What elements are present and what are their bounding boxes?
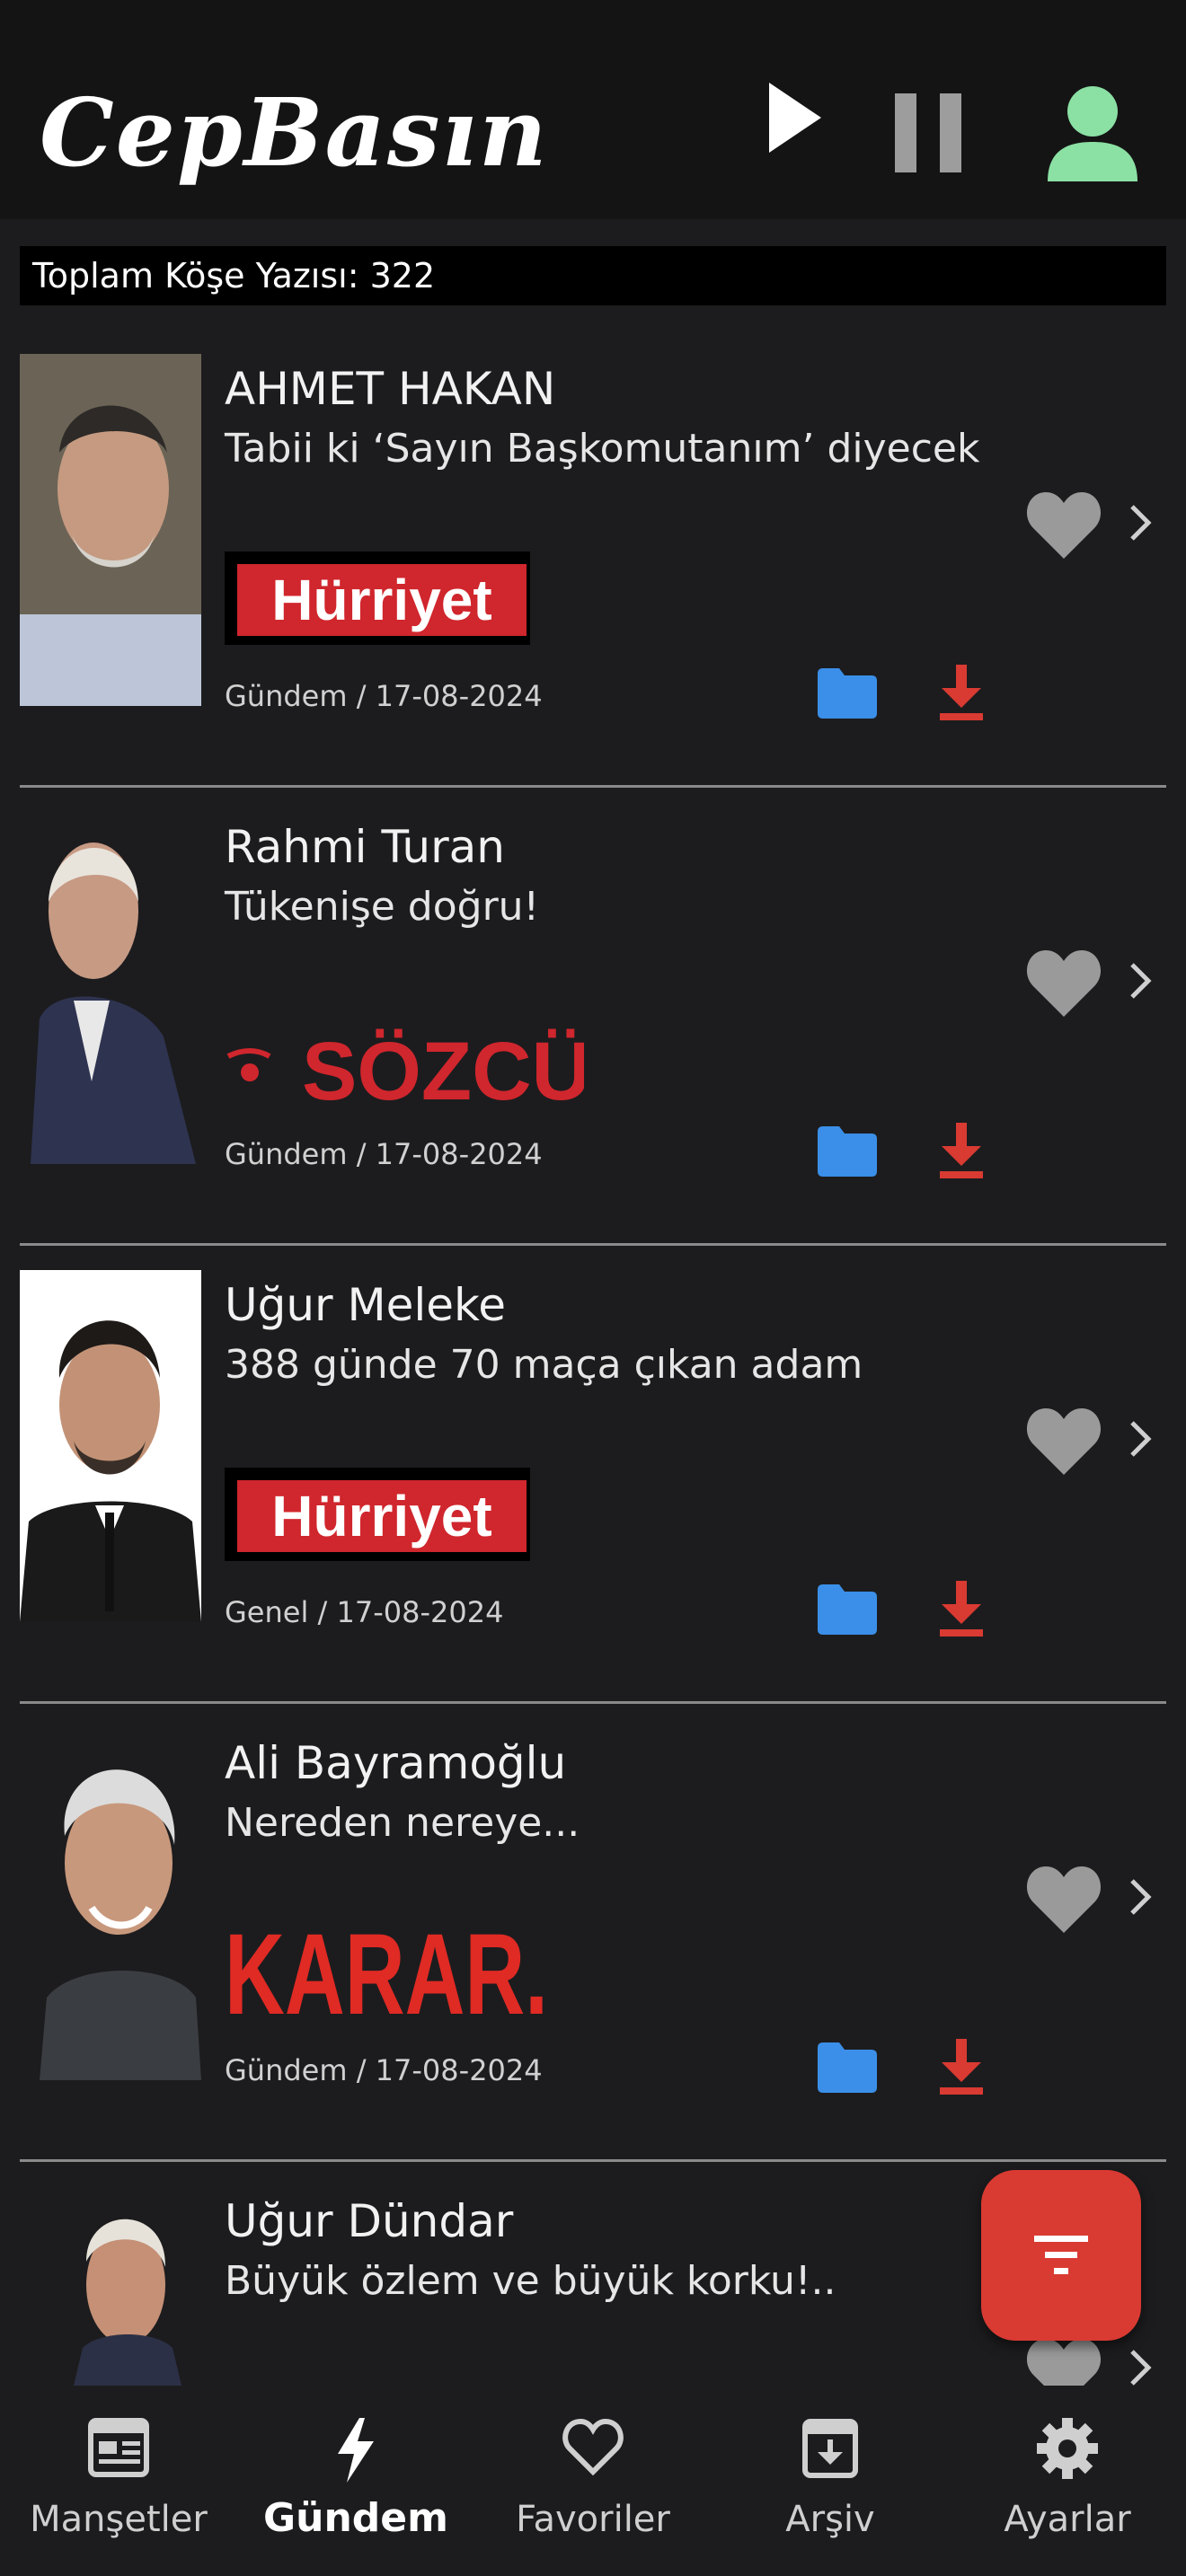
article-title: Nereden nereye... xyxy=(225,1800,580,1846)
author-name: Ali Bayramoğlu xyxy=(225,1737,567,1789)
source-logo-hurriyet: Hürriyet xyxy=(225,1468,548,1566)
article-item[interactable]: Uğur Meleke 388 günde 70 maça çıkan adam… xyxy=(0,1270,1186,1728)
play-icon xyxy=(769,83,821,153)
divider xyxy=(20,2159,1166,2162)
tab-gundem[interactable]: Gündem xyxy=(237,2386,474,2576)
source-logo-sozcu: SÖZCÜ xyxy=(225,1010,591,1117)
author-photo xyxy=(20,1728,201,2080)
divider xyxy=(20,1243,1166,1246)
article-title: 388 günde 70 maça çıkan adam xyxy=(225,1342,863,1388)
download-icon xyxy=(940,1123,983,1178)
app-header: CepBasın xyxy=(0,0,1186,219)
open-article-chevron[interactable] xyxy=(1128,1419,1152,1462)
author-name: Rahmi Turan xyxy=(225,821,505,873)
open-article-chevron[interactable] xyxy=(1128,2348,1152,2386)
save-to-folder-button[interactable] xyxy=(818,668,877,722)
author-name: Uğur Meleke xyxy=(225,1279,506,1331)
chevron-right-icon xyxy=(1130,2350,1152,2386)
heart-icon xyxy=(1026,1866,1102,1933)
tab-label: Gündem xyxy=(263,2495,448,2541)
heart-icon xyxy=(1026,492,1102,559)
tab-label: Arşiv xyxy=(785,2499,875,2540)
author-photo xyxy=(20,812,201,1164)
author-photo xyxy=(20,2186,201,2386)
tab-label: Favoriler xyxy=(516,2499,670,2540)
folder-icon xyxy=(818,668,877,719)
favorite-button[interactable] xyxy=(1026,490,1102,562)
app-logo: CepBasın xyxy=(40,77,549,188)
profile-button[interactable] xyxy=(1046,84,1139,185)
pause-icon xyxy=(895,93,961,172)
download-button[interactable] xyxy=(938,1581,985,1640)
source-name: SÖZCÜ xyxy=(302,1026,584,1108)
folder-icon xyxy=(818,1584,877,1635)
download-button[interactable] xyxy=(938,2039,985,2098)
save-to-folder-button[interactable] xyxy=(818,1126,877,1180)
tab-ayarlar[interactable]: Ayarlar xyxy=(949,2386,1186,2576)
tab-favoriler[interactable]: Favoriler xyxy=(474,2386,712,2576)
heart-outline-icon xyxy=(562,2418,624,2475)
favorite-button[interactable] xyxy=(1026,1407,1102,1478)
favorite-button[interactable] xyxy=(1026,948,1102,1020)
play-button[interactable] xyxy=(766,81,823,158)
tab-arsiv[interactable]: Arşiv xyxy=(712,2386,949,2576)
favorite-button[interactable] xyxy=(1026,2337,1102,2386)
source-logo-karar: KARAR. xyxy=(225,1910,548,2039)
author-photo xyxy=(20,354,201,706)
open-article-chevron[interactable] xyxy=(1128,503,1152,546)
filter-icon xyxy=(1034,2236,1088,2274)
tab-label: Manşetler xyxy=(30,2499,208,2540)
article-item[interactable]: Rahmi Turan Tükenişe doğru! SÖZCÜ Gündem… xyxy=(0,812,1186,1270)
pause-button[interactable] xyxy=(895,93,961,176)
source-logo-hurriyet: Hürriyet xyxy=(225,551,548,650)
download-icon xyxy=(940,2039,983,2095)
tab-label: Ayarlar xyxy=(1004,2499,1131,2540)
download-button[interactable] xyxy=(938,1123,985,1182)
profile-icon xyxy=(1048,86,1137,181)
author-name: AHMET HAKAN xyxy=(225,363,556,415)
category-date: Genel / 17-08-2024 xyxy=(225,1595,504,1629)
article-item[interactable]: Ali Bayramoğlu Nereden nereye... KARAR. … xyxy=(0,1728,1186,2186)
folder-icon xyxy=(818,2042,877,2093)
heart-icon xyxy=(1026,1408,1102,1475)
save-to-folder-button[interactable] xyxy=(818,1584,877,1638)
chevron-right-icon xyxy=(1130,1879,1152,1915)
newspaper-icon xyxy=(88,2418,149,2477)
archive-icon xyxy=(802,2419,858,2478)
heart-icon xyxy=(1026,2339,1102,2386)
download-icon xyxy=(940,1581,983,1636)
article-title: Tabii ki ‘Sayın Başkomutanım’ diyecek xyxy=(225,426,980,472)
article-title: Tükenişe doğru! xyxy=(225,884,540,930)
folder-icon xyxy=(818,1126,877,1177)
author-name: Uğur Dündar xyxy=(225,2195,514,2247)
category-date: Gündem / 17-08-2024 xyxy=(225,1137,543,1171)
open-article-chevron[interactable] xyxy=(1128,1877,1152,1920)
chevron-right-icon xyxy=(1130,505,1152,541)
source-name: Hürriyet xyxy=(271,1484,491,1548)
total-articles-count: Toplam Köşe Yazısı: 322 xyxy=(20,246,1166,305)
download-icon xyxy=(940,665,983,720)
divider xyxy=(20,785,1166,788)
download-button[interactable] xyxy=(938,665,985,724)
category-date: Gündem / 17-08-2024 xyxy=(225,2053,543,2087)
save-to-folder-button[interactable] xyxy=(818,2042,877,2096)
filter-button[interactable] xyxy=(981,2170,1141,2341)
article-item[interactable]: AHMET HAKAN Tabii ki ‘Sayın Başkomutanım… xyxy=(0,354,1186,812)
article-title: Büyük özlem ve büyük korku!.. xyxy=(225,2258,836,2304)
category-date: Gündem / 17-08-2024 xyxy=(225,679,543,713)
open-article-chevron[interactable] xyxy=(1128,961,1152,1004)
chevron-right-icon xyxy=(1130,963,1152,999)
bolt-icon xyxy=(338,2418,374,2483)
tab-mansetler[interactable]: Manşetler xyxy=(0,2386,237,2576)
divider xyxy=(20,1701,1166,1704)
chevron-right-icon xyxy=(1130,1421,1152,1457)
gear-icon xyxy=(1037,2418,1098,2479)
bottom-tab-bar: Manşetler Gündem Favoriler Arşiv Ayarlar xyxy=(0,2386,1186,2576)
source-name: KARAR. xyxy=(225,1913,548,2021)
source-name: Hürriyet xyxy=(271,568,491,632)
favorite-button[interactable] xyxy=(1026,1865,1102,1936)
heart-icon xyxy=(1026,950,1102,1017)
author-photo xyxy=(20,1270,201,1622)
